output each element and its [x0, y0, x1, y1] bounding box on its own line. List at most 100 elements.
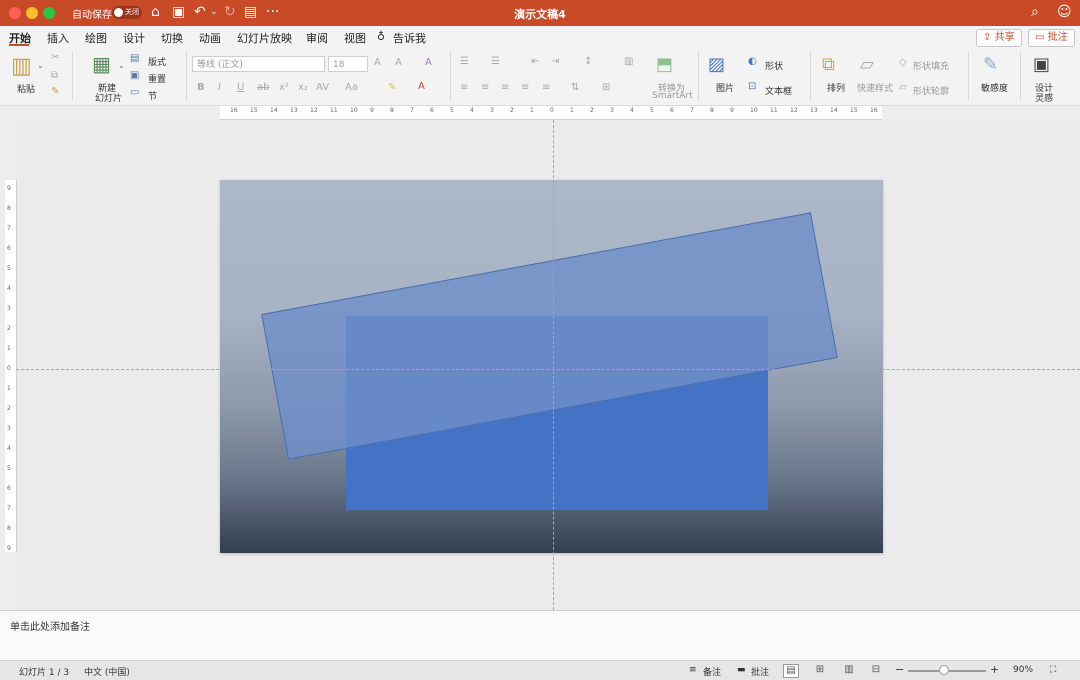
- arrange-label[interactable]: 排列: [827, 81, 845, 94]
- section-icon[interactable]: ▭: [130, 87, 139, 98]
- comments-toggle[interactable]: 批注: [751, 665, 769, 678]
- normal-view-icon[interactable]: ▤: [783, 664, 799, 678]
- new-slide-dropdown-icon[interactable]: ⌄: [118, 61, 125, 70]
- align-text-icon[interactable]: ⊞: [602, 82, 610, 93]
- horizontal-guide[interactable]: [16, 369, 1080, 370]
- notes-pane[interactable]: 单击此处添加备注: [0, 610, 1080, 661]
- notes-toggle[interactable]: 备注: [703, 665, 721, 678]
- search-icon[interactable]: ⌕: [1031, 4, 1039, 20]
- underline-icon[interactable]: U: [237, 82, 244, 93]
- shape-fill-icon[interactable]: ◇: [899, 57, 907, 68]
- decrease-indent-icon[interactable]: ⇤: [531, 56, 539, 67]
- convert-smartart-label-2[interactable]: SmartArt: [652, 91, 693, 101]
- distributed-icon[interactable]: ≡: [542, 82, 550, 93]
- picture-label[interactable]: 图片: [716, 81, 734, 94]
- text-direction-icon[interactable]: ⇅: [571, 82, 579, 93]
- strikethrough-icon[interactable]: ab: [257, 82, 269, 93]
- slide-sorter-view-icon[interactable]: ⊞: [813, 664, 827, 676]
- bullets-icon[interactable]: ☰: [460, 56, 469, 67]
- numbering-icon[interactable]: ☰: [491, 56, 500, 67]
- language-indicator[interactable]: 中文 (中国): [84, 665, 130, 678]
- smiley-feedback-icon[interactable]: ☺: [1057, 4, 1072, 20]
- tab-slideshow[interactable]: 幻灯片放映: [237, 30, 292, 46]
- designer-label-2[interactable]: 灵感: [1035, 91, 1053, 104]
- shape-label[interactable]: 形状: [765, 59, 783, 72]
- textbox-icon[interactable]: ⊡: [748, 81, 756, 92]
- justify-icon[interactable]: ≡: [521, 82, 529, 93]
- quick-styles-label[interactable]: 快速样式: [857, 81, 893, 94]
- change-case-icon[interactable]: Aa: [345, 82, 358, 93]
- textbox-label[interactable]: 文本框: [765, 84, 792, 97]
- zoom-level[interactable]: 90%: [1013, 665, 1033, 675]
- picture-icon[interactable]: ▨: [708, 54, 725, 75]
- paste-dropdown-icon[interactable]: ⌄: [37, 61, 44, 70]
- font-name-select[interactable]: 等线 (正文): [192, 56, 325, 72]
- increase-font-size-icon[interactable]: A: [374, 57, 381, 68]
- font-size-select[interactable]: 18: [328, 56, 368, 72]
- bold-icon[interactable]: B: [197, 82, 205, 93]
- new-slide-icon[interactable]: ▦: [92, 52, 111, 76]
- tab-review[interactable]: 审阅: [306, 30, 328, 46]
- slideshow-view-icon[interactable]: ⊟: [869, 664, 883, 676]
- layout-icon[interactable]: ▤: [130, 53, 139, 64]
- reading-view-icon[interactable]: ▥: [842, 664, 856, 676]
- increase-indent-icon[interactable]: ⇥: [551, 56, 559, 67]
- zoom-out-icon[interactable]: −: [895, 663, 904, 676]
- quick-styles-icon[interactable]: ▱: [860, 54, 874, 75]
- highlight-icon[interactable]: ✎: [388, 82, 396, 93]
- shape-fill-label[interactable]: 形状填充: [913, 59, 949, 72]
- designer-icon[interactable]: ▣: [1033, 54, 1050, 75]
- horizontal-ruler[interactable]: 16 15 14 13 12 11 10 9 8 7 6 5 4 3 2 1 0 1 2 3 4 5 6 7 8 9 10 11 12 1…: [220, 106, 882, 120]
- tab-transitions[interactable]: 切换: [161, 30, 183, 46]
- align-right-icon[interactable]: ≡: [501, 82, 509, 93]
- cut-icon[interactable]: ✂: [51, 52, 59, 63]
- zoom-in-icon[interactable]: +: [990, 663, 999, 676]
- slide-counter: 幻灯片 1 / 3: [19, 668, 70, 678]
- tab-draw[interactable]: 绘图: [85, 30, 107, 46]
- italic-icon[interactable]: I: [218, 82, 221, 93]
- zoom-slider-handle[interactable]: [939, 665, 949, 675]
- paste-label[interactable]: 粘贴: [17, 82, 35, 95]
- tell-me-search[interactable]: 告诉我: [393, 30, 426, 46]
- ruler-tick-label: 2: [7, 405, 11, 412]
- copy-icon[interactable]: ⧉: [51, 70, 58, 81]
- notes-toggle-icon[interactable]: ≡: [689, 665, 697, 675]
- clear-formatting-icon[interactable]: A: [425, 57, 432, 68]
- section-label[interactable]: 节: [148, 89, 157, 102]
- comments-button[interactable]: ▭ 批注: [1028, 29, 1075, 47]
- vertical-guide[interactable]: [553, 120, 554, 610]
- character-spacing-icon[interactable]: AV: [316, 82, 329, 93]
- decrease-font-size-icon[interactable]: A: [395, 57, 402, 68]
- sensitivity-icon[interactable]: ✎: [983, 54, 998, 75]
- layout-label[interactable]: 版式: [148, 55, 166, 68]
- align-left-icon[interactable]: ≡: [460, 82, 468, 93]
- share-button[interactable]: ⇪ 共享: [976, 29, 1022, 47]
- shape-outline-label[interactable]: 形状轮廓: [913, 84, 949, 97]
- tab-design[interactable]: 设计: [123, 30, 145, 46]
- ruler-tick-label: 4: [470, 107, 474, 114]
- font-color-icon[interactable]: A: [418, 81, 425, 92]
- reset-icon[interactable]: ▣: [130, 70, 139, 81]
- reset-label[interactable]: 重置: [148, 72, 166, 85]
- align-center-icon[interactable]: ≡: [481, 82, 489, 93]
- tab-animations[interactable]: 动画: [199, 30, 221, 46]
- fit-to-window-icon[interactable]: ⛶: [1050, 665, 1056, 675]
- shape-icon[interactable]: ◐: [748, 56, 757, 67]
- superscript-icon[interactable]: x²: [279, 82, 289, 93]
- notes-placeholder[interactable]: 单击此处添加备注: [10, 618, 90, 633]
- tab-insert[interactable]: 插入: [47, 30, 69, 46]
- new-slide-label-2[interactable]: 幻灯片: [95, 91, 122, 104]
- subscript-icon[interactable]: x₂: [298, 82, 308, 93]
- line-spacing-icon[interactable]: ↕: [584, 56, 592, 67]
- comments-toggle-icon[interactable]: ▬: [737, 665, 746, 675]
- vertical-ruler[interactable]: 9 8 7 6 5 4 3 2 1 0 1 2 3 4 5 6 7 8 9: [5, 180, 17, 552]
- columns-icon[interactable]: ▥: [624, 56, 633, 67]
- smartart-icon[interactable]: ⬒: [656, 54, 673, 75]
- shape-outline-icon[interactable]: ▱: [899, 82, 907, 93]
- sensitivity-label[interactable]: 敏感度: [981, 81, 1008, 94]
- tab-view[interactable]: 视图: [344, 30, 366, 46]
- arrange-icon[interactable]: ⧉: [822, 54, 835, 75]
- slide-canvas[interactable]: [220, 180, 883, 553]
- format-painter-icon[interactable]: ✎: [51, 86, 59, 97]
- paste-icon[interactable]: ▥: [11, 54, 32, 79]
